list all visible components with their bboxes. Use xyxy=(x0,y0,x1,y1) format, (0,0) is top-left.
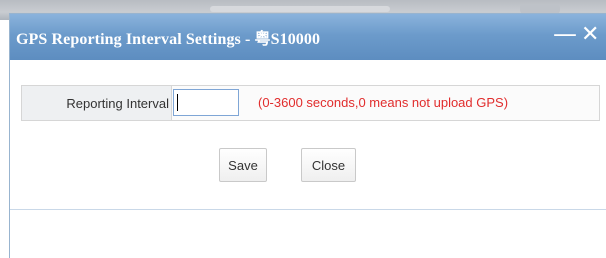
reporting-interval-input[interactable] xyxy=(173,89,239,116)
dialog-title: GPS Reporting Interval Settings - 粤S1000… xyxy=(16,31,321,48)
footer-divider xyxy=(10,209,606,210)
minimize-icon[interactable]: — xyxy=(553,22,577,46)
reporting-interval-label: Reporting Interval xyxy=(22,86,172,120)
dialog-titlebar[interactable]: GPS Reporting Interval Settings - 粤S1000… xyxy=(10,14,606,60)
reporting-interval-hint: (0-3600 seconds,0 means not upload GPS) xyxy=(258,95,509,110)
save-button[interactable]: Save xyxy=(219,148,267,182)
text-caret xyxy=(177,94,178,111)
close-button[interactable]: Close xyxy=(301,148,356,182)
reporting-interval-row: Reporting Interval (0-3600 seconds,0 mea… xyxy=(21,85,600,121)
close-icon[interactable]: ✕ xyxy=(581,23,599,47)
dialog-content: Reporting Interval (0-3600 seconds,0 mea… xyxy=(10,60,606,258)
gps-interval-dialog: GPS Reporting Interval Settings - 粤S1000… xyxy=(9,13,606,258)
